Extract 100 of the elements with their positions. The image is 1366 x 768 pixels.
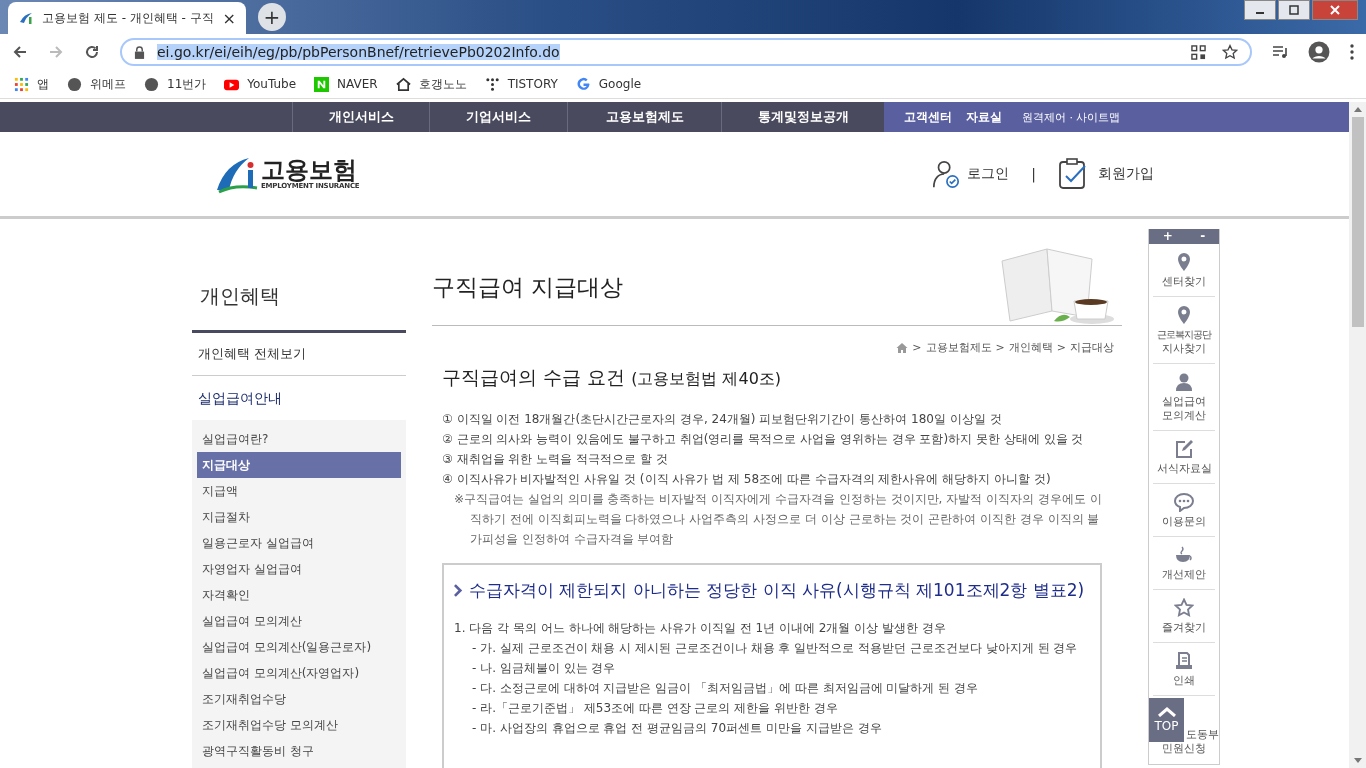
quick-menu-item[interactable]: 센터찾기 (1153, 244, 1215, 297)
quick-menu-item[interactable]: 민원신청 (1153, 742, 1215, 764)
sidebar-item[interactable]: 광역구직활동비 청구 (197, 738, 401, 764)
join-link[interactable]: 회원가입 (1058, 158, 1154, 190)
login-link[interactable]: 로그인 (931, 158, 1010, 190)
n-logo-icon (314, 76, 330, 92)
bookmark-item[interactable]: 호갱노노 (395, 75, 467, 93)
box-text: 1. 다음 각 목의 어느 하나에 해당하는 사유가 이직일 전 1년 이내에 2개월 이상 발생한 경우 (454, 620, 947, 637)
util-link[interactable]: 자료실 (966, 108, 1002, 126)
bookmark-item[interactable]: Google (575, 76, 642, 92)
logo-icon (18, 10, 34, 26)
bookmark-item[interactable]: 11번가 (144, 75, 207, 93)
util-link[interactable]: 원격제어 · 사이트맵 (1022, 109, 1121, 125)
home-icon[interactable] (896, 341, 909, 354)
sidebar-item[interactable]: 조기재취업수당 모의계산 (197, 712, 401, 738)
separator: | (1031, 166, 1036, 182)
breadcrumb-separator: > (1056, 341, 1066, 354)
box-list-item: - 다. 소정근로에 대하여 지급받은 임금이 「최저임금법」에 따른 최저임금에 미달하게 된 경우 (471, 680, 980, 697)
quick-menu-label: 개선제안 (1162, 568, 1206, 582)
sidebar-item[interactable]: 자영업자 실업급여 (197, 556, 401, 582)
zoom-out-button[interactable]: - (1200, 229, 1206, 244)
nav-menu-item[interactable]: 개인서비스 (292, 102, 429, 132)
chevron-icon (454, 584, 463, 597)
quick-menu-label[interactable]: 도동부 (1186, 728, 1219, 742)
bookmark-item[interactable]: YouTube (224, 76, 297, 92)
new-tab-button[interactable]: + (258, 3, 286, 31)
scrollbar-thumb[interactable] (1351, 117, 1364, 327)
bookmark-item[interactable]: 앱 (14, 75, 49, 93)
star-icon[interactable] (1222, 44, 1238, 60)
lock-icon (134, 45, 145, 59)
quick-menu-label: 이용문의 (1162, 515, 1206, 529)
cup-icon (1174, 545, 1194, 565)
sidebar-section[interactable]: 실업급여안내 (192, 376, 406, 420)
sidebar-item[interactable]: 지급액 (197, 478, 401, 504)
section-heading: 구직급여의 수급 요건 (442, 366, 626, 388)
sidebar-item[interactable]: 지급대상 (197, 452, 401, 478)
quick-menu-item[interactable]: 실업급여 모의계산 (1153, 364, 1215, 431)
quick-menu-item[interactable]: 인쇄 (1153, 643, 1215, 696)
breadcrumb-link[interactable]: 고용보험제도 (925, 340, 992, 355)
sidebar-item[interactable]: 자격확인 (197, 582, 401, 608)
bookmark-label: YouTube (247, 77, 297, 91)
sidebar-item[interactable]: 실업급여 모의계산(일용근로자) (197, 634, 401, 660)
sidebar-item[interactable]: 일용근로자 실업급여 (197, 530, 401, 556)
nav-menu-item[interactable]: 기업서비스 (429, 102, 567, 132)
bookmark-label: 위메프 (90, 75, 126, 93)
box-title: 수급자격이 제한되지 아니하는 정당한 이직 사유(시행규칙 제101조제2항 별표2) (469, 579, 1085, 602)
quick-menu-label: 근로복지공단 (1157, 328, 1211, 342)
breadcrumb-link[interactable]: 지급대상 (1070, 340, 1114, 355)
sidebar-link[interactable]: 개인혜택 전체보기 (192, 333, 406, 376)
box-list-item: - 라.「근로기준법」 제53조에 따른 연장 근로의 제한을 위반한 경우 (471, 700, 839, 717)
bookmark-item[interactable]: NAVER (314, 76, 378, 92)
quick-menu-label: 지사찾기 (1162, 342, 1206, 356)
quick-menu-item[interactable]: 근로복지공단 지사찾기 (1153, 297, 1215, 364)
zoom-in-button[interactable]: + (1162, 229, 1173, 244)
util-link[interactable]: 고객센터 (904, 108, 952, 126)
sidebar-item[interactable]: 조기재취업수당 (197, 686, 401, 712)
edit-icon (1174, 439, 1194, 459)
user-check-icon (931, 158, 962, 190)
breadcrumb-link[interactable]: 개인혜택 (1008, 340, 1053, 355)
bookmark-label: Google (598, 77, 642, 91)
quick-menu-item[interactable]: 이용문의 (1153, 484, 1215, 537)
top-button[interactable]: TOP (1149, 698, 1184, 742)
bookmark-label: TISTORY (507, 77, 558, 91)
reload-icon[interactable] (84, 44, 100, 60)
bookmark-item[interactable]: TISTORY (484, 76, 558, 92)
dots-icon (484, 76, 500, 92)
back-icon[interactable] (12, 44, 28, 60)
browser-tab[interactable]: 고용보험 제도 - 개인혜택 - 구직 × (8, 2, 246, 34)
note-text: ※구직급여는 실업의 의미를 충족하는 비자발적 이직자에게 수급자격을 인정하는 것이지만, 자발적 이직자의 경우에도 이직하기 전에 이직회피노력을 다하였으나 사업주측의 사정으로 더 이상 근로하는 것이 곤란하여 이직한 경우 이직의 불가피성을 인정하여 수급자격을 부여함 (453, 491, 1103, 548)
maximize-button[interactable] (1278, 0, 1310, 20)
close-button[interactable] (1312, 0, 1358, 20)
close-tab-button[interactable]: × (222, 8, 236, 28)
sidebar-item[interactable]: 실업급여 모의계산 (197, 608, 401, 634)
heading-subtitle: (고용보험법 제40조) (631, 369, 782, 388)
quick-menu-item[interactable]: 즐겨찾기 (1153, 590, 1215, 643)
chat-icon (1174, 492, 1194, 512)
address-field[interactable]: ei.go.kr/ei/eih/eg/pb/pbPersonBnef/retrievePb0202Info.do (120, 38, 1252, 66)
condition-text: ④ 이직사유가 비자발적인 사유일 것 (이직 사유가 법 제 58조에 따른 수급자격의 제한사유에 해당하지 아니할 것) (442, 471, 1052, 488)
quick-menu-label: 모의계산 (1162, 409, 1206, 423)
menu-icon[interactable] (1350, 44, 1354, 60)
scrollbar[interactable] (1349, 102, 1366, 768)
bookmark-label: 앱 (37, 75, 49, 93)
quick-menu-item[interactable]: 개선제안 (1153, 537, 1215, 590)
nav-menu-item[interactable]: 고용보험제도 (567, 102, 721, 132)
account-icon[interactable] (1308, 41, 1330, 63)
sidebar-item[interactable]: 실업급여란? (197, 426, 401, 452)
condition-text: ② 근로의 의사와 능력이 있음에도 불구하고 취업(영리를 목적으로 사업을 영위하는 경우 포함)하지 못한 상태에 있을 것 (442, 431, 1085, 448)
bookmark-item[interactable]: 위메프 (67, 75, 126, 93)
quick-menu-item[interactable]: 서식자료실 (1153, 431, 1215, 484)
person-icon (1174, 372, 1194, 392)
bookmark-label: NAVER (337, 77, 378, 91)
star-icon (1174, 598, 1194, 618)
minimize-button[interactable] (1244, 0, 1276, 20)
quick-menu-label: 실업급여 (1162, 395, 1206, 409)
sidebar-item[interactable]: 실업급여 모의계산(자영업자) (197, 660, 401, 686)
close-icon (1330, 5, 1340, 15)
sidebar-item[interactable]: 지급절차 (197, 504, 401, 530)
qr-icon[interactable] (1191, 44, 1206, 60)
playlist-icon[interactable] (1272, 44, 1288, 60)
condition-text: ① 이직일 이전 18개월간(초단시간근로자의 경우, 24개월) 피보험단위기간이 통산하여 180일 이상일 것 (442, 411, 1003, 428)
